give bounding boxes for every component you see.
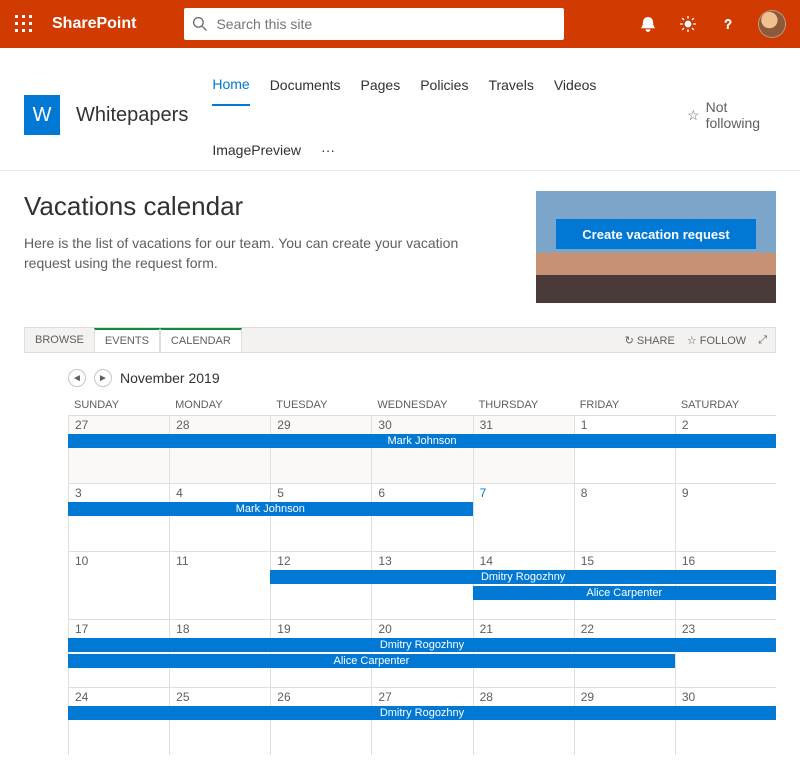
- next-month-button[interactable]: ►: [94, 369, 112, 387]
- search-icon: [192, 16, 208, 32]
- calendar-ribbon: BROWSE EVENTS CALENDAR ↻ SHARE ☆ FOLLOW …: [24, 327, 776, 353]
- prev-month-button[interactable]: ◄: [68, 369, 86, 387]
- day-header: WEDNESDAY: [371, 395, 472, 415]
- page-title: Vacations calendar: [24, 191, 504, 222]
- calendar-day[interactable]: 28: [169, 416, 270, 483]
- nav-tab-pages[interactable]: Pages: [361, 61, 401, 105]
- calendar-week: 10111213141516Dmitry RogozhnyAlice Carpe…: [68, 551, 776, 619]
- calendar-day[interactable]: 4: [169, 484, 270, 551]
- calendar-day[interactable]: 7: [473, 484, 574, 551]
- day-header: SUNDAY: [68, 395, 169, 415]
- calendar-event[interactable]: Dmitry Rogozhny: [68, 638, 776, 652]
- follow-action[interactable]: ☆ FOLLOW: [687, 334, 746, 347]
- ribbon-tab-calendar[interactable]: CALENDAR: [160, 328, 242, 352]
- calendar-day[interactable]: 30: [371, 416, 472, 483]
- calendar-week: 3456789 Mark Johnson: [68, 483, 776, 551]
- calendar-week: 17181920212223Dmitry RogozhnyAlice Carpe…: [68, 619, 776, 687]
- page-content: Vacations calendar Here is the list of v…: [0, 171, 800, 775]
- fullscreen-icon[interactable]: ⤢: [758, 334, 767, 347]
- nav-tab-policies[interactable]: Policies: [420, 61, 468, 105]
- calendar-day[interactable]: 29: [270, 416, 371, 483]
- gear-icon[interactable]: [672, 8, 704, 40]
- calendar-event[interactable]: Mark Johnson: [68, 502, 473, 516]
- share-action[interactable]: ↻ SHARE: [625, 334, 675, 347]
- calendar-event[interactable]: Dmitry Rogozhny: [270, 570, 776, 584]
- calendar-day[interactable]: 31: [473, 416, 574, 483]
- site-nav: Home Documents Pages Policies Travels Vi…: [212, 60, 687, 170]
- help-icon[interactable]: ?: [712, 8, 744, 40]
- nav-tab-imagepreview[interactable]: ImagePreview: [212, 126, 301, 170]
- avatar[interactable]: [758, 10, 786, 38]
- calendar-day[interactable]: 8: [574, 484, 675, 551]
- brand-label[interactable]: SharePoint: [52, 15, 136, 33]
- calendar-day[interactable]: 3: [68, 484, 169, 551]
- day-header: FRIDAY: [574, 395, 675, 415]
- calendar-day[interactable]: 6: [371, 484, 472, 551]
- day-headers: SUNDAY MONDAY TUESDAY WEDNESDAY THURSDAY…: [68, 395, 776, 415]
- hero-image: Create vacation request: [536, 191, 776, 303]
- suite-bar: SharePoint ?: [0, 0, 800, 48]
- calendar-day[interactable]: 1: [574, 416, 675, 483]
- calendar-day[interactable]: 28: [473, 688, 574, 755]
- day-header: TUESDAY: [270, 395, 371, 415]
- calendar-grid: SUNDAY MONDAY TUESDAY WEDNESDAY THURSDAY…: [68, 395, 776, 755]
- site-name[interactable]: Whitepapers: [76, 104, 188, 127]
- calendar-day[interactable]: 2: [675, 416, 776, 483]
- month-label: November 2019: [120, 370, 220, 386]
- day-header: SATURDAY: [675, 395, 776, 415]
- calendar-day[interactable]: 25: [169, 688, 270, 755]
- nav-overflow-icon[interactable]: ···: [321, 126, 335, 170]
- day-header: MONDAY: [169, 395, 270, 415]
- calendar-day[interactable]: 30: [675, 688, 776, 755]
- app-launcher-icon[interactable]: [8, 8, 40, 40]
- ribbon-tab-browse[interactable]: BROWSE: [25, 328, 94, 352]
- calendar-day[interactable]: 13: [371, 552, 472, 619]
- calendar-event[interactable]: Mark Johnson: [68, 434, 776, 448]
- nav-tab-documents[interactable]: Documents: [270, 61, 341, 105]
- site-logo[interactable]: W: [24, 95, 60, 135]
- calendar-event[interactable]: Alice Carpenter: [473, 586, 776, 600]
- search-input[interactable]: [216, 16, 556, 32]
- svg-text:?: ?: [724, 18, 731, 32]
- calendar-event[interactable]: Alice Carpenter: [68, 654, 675, 668]
- calendar-day[interactable]: 27: [371, 688, 472, 755]
- follow-label[interactable]: Not following: [706, 99, 776, 131]
- calendar-day[interactable]: 24: [68, 688, 169, 755]
- calendar-day[interactable]: 29: [574, 688, 675, 755]
- calendar-day[interactable]: 27: [68, 416, 169, 483]
- create-vacation-request-button[interactable]: Create vacation request: [556, 219, 756, 249]
- ribbon-tab-events[interactable]: EVENTS: [94, 328, 160, 352]
- calendar-day[interactable]: 12: [270, 552, 371, 619]
- nav-tab-home[interactable]: Home: [212, 60, 249, 106]
- calendar-day[interactable]: 26: [270, 688, 371, 755]
- month-nav: ◄ ► November 2019: [68, 369, 776, 387]
- calendar-day[interactable]: 9: [675, 484, 776, 551]
- search-box[interactable]: [184, 8, 564, 40]
- notifications-icon[interactable]: [632, 8, 664, 40]
- star-icon[interactable]: ☆: [687, 107, 700, 124]
- nav-tab-videos[interactable]: Videos: [554, 61, 597, 105]
- calendar-week: 272829303112Mark Johnson: [68, 415, 776, 483]
- page-description: Here is the list of vacations for our te…: [24, 234, 504, 273]
- calendar-day[interactable]: 11: [169, 552, 270, 619]
- nav-tab-travels[interactable]: Travels: [488, 61, 533, 105]
- calendar-week: 24252627282930Dmitry Rogozhny: [68, 687, 776, 755]
- calendar-day[interactable]: 10: [68, 552, 169, 619]
- site-header: W Whitepapers Home Documents Pages Polic…: [0, 48, 800, 171]
- calendar-event[interactable]: Dmitry Rogozhny: [68, 706, 776, 720]
- calendar-day[interactable]: 5: [270, 484, 371, 551]
- calendar-day[interactable]: 23: [675, 620, 776, 687]
- day-header: THURSDAY: [473, 395, 574, 415]
